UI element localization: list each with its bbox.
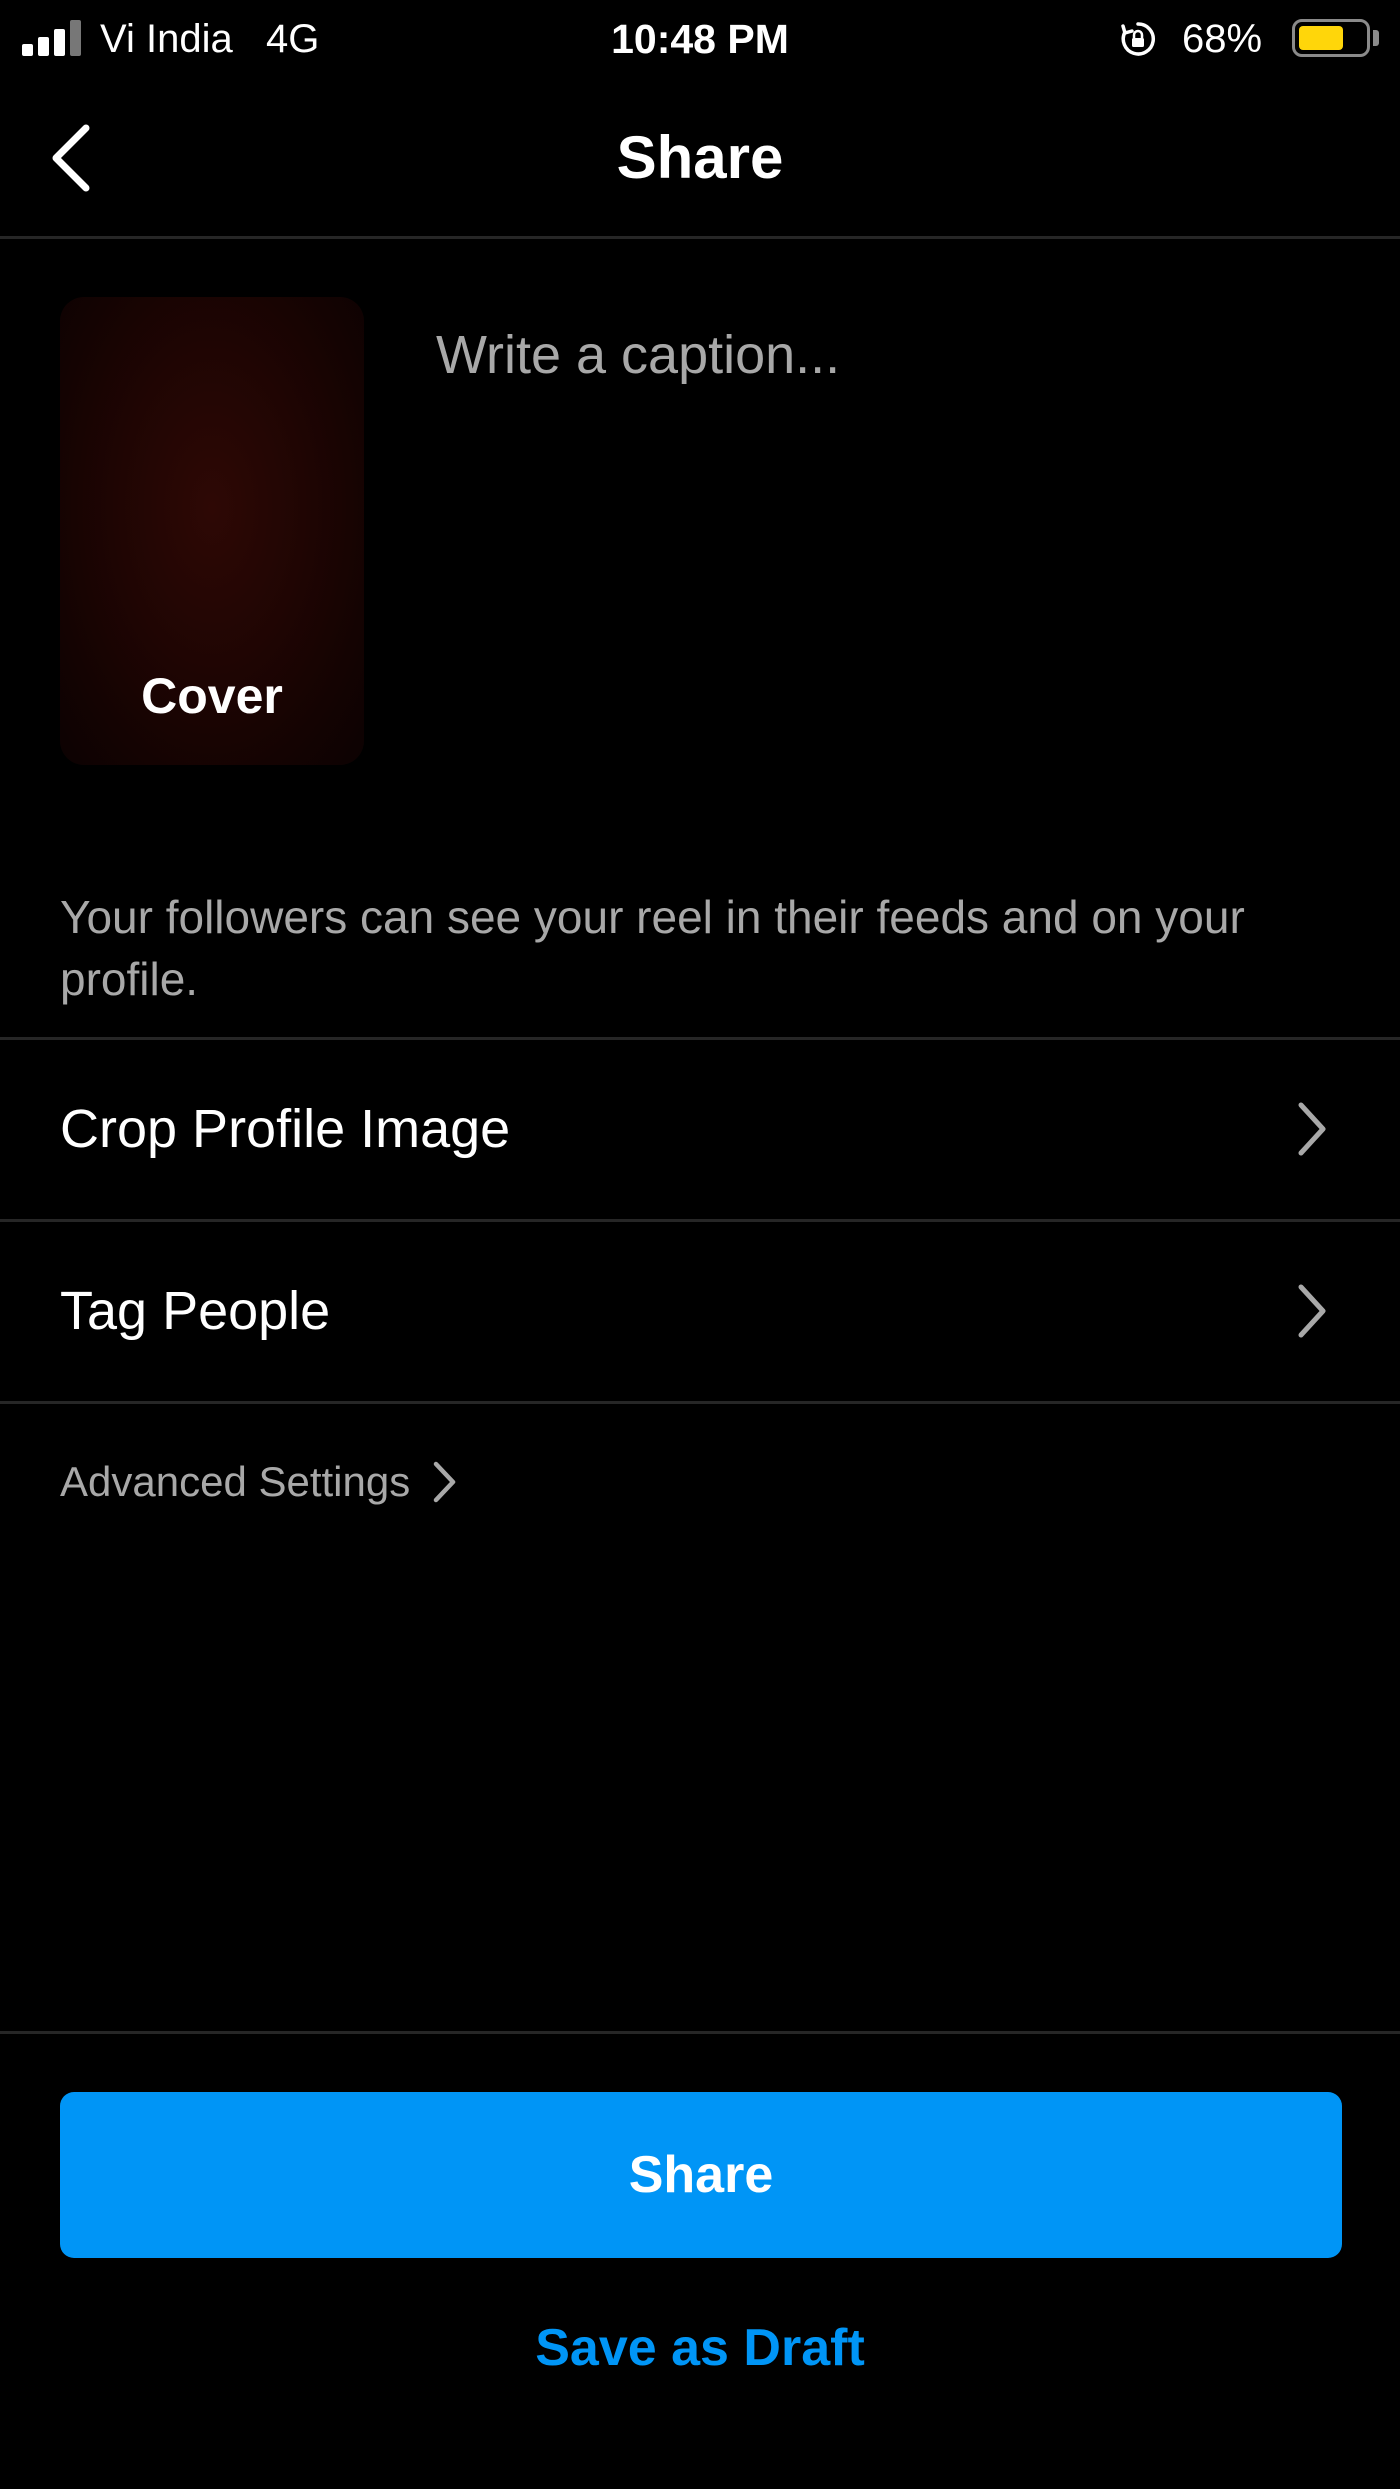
battery-icon bbox=[1292, 19, 1370, 57]
signal-icon bbox=[22, 20, 86, 56]
advanced-settings-label: Advanced Settings bbox=[60, 1458, 411, 1505]
battery-percentage: 68% bbox=[1182, 17, 1263, 61]
status-bar: Vi India 4G 10:48 PM 68% bbox=[0, 0, 1400, 80]
cover-label: Cover bbox=[141, 668, 283, 724]
divider bbox=[0, 2031, 1400, 2034]
rotation-lock-icon bbox=[1121, 22, 1155, 56]
share-button[interactable]: Share bbox=[60, 2092, 1342, 2258]
carrier-name: Vi India bbox=[100, 17, 233, 61]
crop-profile-image-label: Crop Profile Image bbox=[60, 1099, 511, 1159]
advanced-settings-link[interactable]: Advanced Settings bbox=[60, 1446, 458, 1518]
chevron-left-icon bbox=[52, 124, 90, 192]
save-as-draft-button[interactable]: Save as Draft bbox=[0, 2312, 1400, 2384]
crop-profile-image-row[interactable]: Crop Profile Image bbox=[0, 1040, 1400, 1218]
visibility-info-text: Your followers can see your reel in thei… bbox=[60, 891, 1245, 1005]
battery-level-fill bbox=[1299, 26, 1343, 50]
header: Share bbox=[0, 80, 1400, 239]
tag-people-row[interactable]: Tag People bbox=[0, 1222, 1400, 1400]
page-title: Share bbox=[616, 124, 784, 191]
divider bbox=[0, 1401, 1400, 1404]
network-type: 4G bbox=[266, 17, 320, 61]
caption-input[interactable] bbox=[436, 320, 1336, 740]
battery-terminal bbox=[1373, 30, 1379, 46]
chevron-right-icon bbox=[1298, 1284, 1326, 1338]
cover-thumbnail[interactable]: Cover bbox=[60, 297, 364, 765]
back-button[interactable] bbox=[38, 106, 110, 206]
carrier-info: Vi India 4G bbox=[100, 14, 319, 64]
chevron-right-icon bbox=[433, 1461, 456, 1503]
tag-people-label: Tag People bbox=[60, 1281, 331, 1341]
chevron-right-icon bbox=[1298, 1102, 1326, 1156]
